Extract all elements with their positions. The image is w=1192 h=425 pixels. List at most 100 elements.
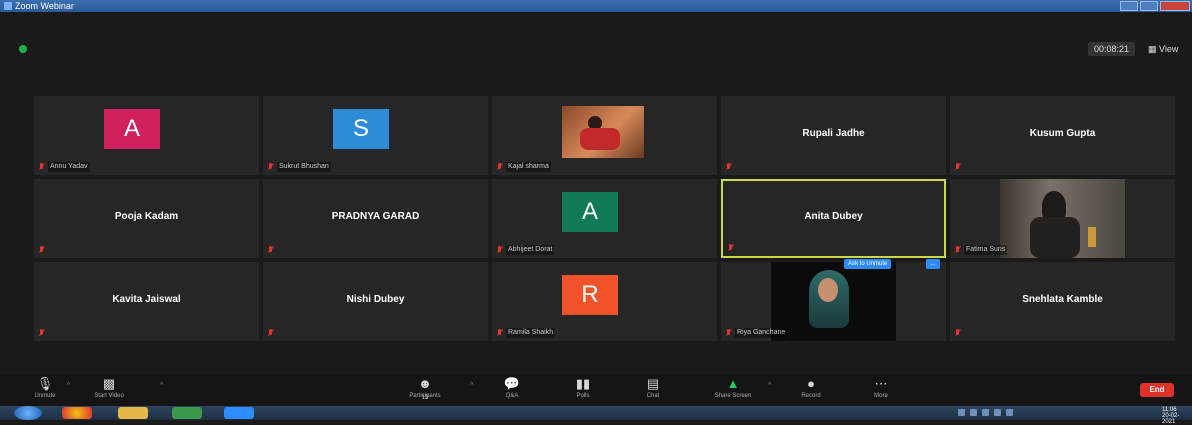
- view-label: View: [1159, 44, 1179, 54]
- participant-name: Abhijeet Dorat: [506, 244, 555, 255]
- meeting-timer: 00:08:21: [1088, 42, 1136, 56]
- taskbar-clock[interactable]: 11:06 20-02-2021: [1162, 407, 1192, 425]
- file-explorer-taskbar-icon[interactable]: [118, 407, 148, 419]
- muted-mic-icon: [496, 162, 503, 171]
- window-titlebar: Zoom Webinar: [0, 0, 1192, 12]
- video-camera-icon: ▩: [102, 376, 116, 391]
- polls-icon: ▮▮: [575, 376, 591, 391]
- windows-taskbar: 11:06 20-02-2021: [0, 406, 1192, 425]
- more-dots-icon: ⋯: [874, 376, 888, 391]
- participants-options-caret[interactable]: ^: [470, 382, 473, 389]
- muted-mic-icon: [38, 162, 45, 171]
- name-label: Abhijeet Dorat: [496, 244, 555, 255]
- start-video-button[interactable]: ▩ Start Video: [84, 376, 134, 399]
- zoom-taskbar-icon[interactable]: [224, 407, 254, 419]
- name-label: [38, 327, 45, 338]
- share-screen-button[interactable]: ▲ Share Screen: [708, 376, 758, 399]
- polls-label: Polls: [576, 393, 590, 399]
- participant-tile[interactable]: Kavita Jaiswal: [34, 262, 259, 341]
- share-options-caret[interactable]: ^: [768, 382, 771, 389]
- record-icon: ●: [807, 376, 815, 391]
- more-button[interactable]: ⋯ More: [856, 376, 906, 399]
- muted-mic-icon: [38, 328, 45, 337]
- participant-tile[interactable]: R Ramila Shaikh: [492, 262, 717, 341]
- chat-button[interactable]: ▤ Chat: [628, 376, 678, 399]
- muted-mic-icon: [725, 328, 732, 337]
- tray-icon[interactable]: [970, 409, 977, 416]
- participant-tile[interactable]: Riya Ganchane: [721, 262, 946, 341]
- participant-name: Rupali Jadhe: [802, 128, 865, 139]
- participant-tile[interactable]: Kajal sharma: [492, 96, 717, 175]
- participant-tile[interactable]: A Abhijeet Dorat: [492, 179, 717, 258]
- view-button[interactable]: ▦ View: [1148, 42, 1178, 56]
- window-title: Zoom Webinar: [15, 1, 74, 11]
- muted-mic-icon: [496, 328, 503, 337]
- participant-name: Pooja Kadam: [114, 211, 179, 222]
- clock-date: 20-02-2021: [1162, 413, 1180, 425]
- share-screen-label: Share Screen: [714, 393, 752, 399]
- participant-name: Snehlata Kamble: [1022, 294, 1103, 305]
- participant-name: Sukrut Bhushan: [277, 161, 331, 172]
- share-screen-icon: ▲: [726, 376, 740, 391]
- participant-video: [771, 262, 896, 341]
- end-button[interactable]: End: [1140, 383, 1174, 397]
- record-label: Record: [801, 393, 821, 399]
- participant-tile[interactable]: A Annu Yadav: [34, 96, 259, 175]
- participant-name: Annu Yadav: [48, 161, 90, 172]
- participant-tile[interactable]: S Sukrut Bhushan: [263, 96, 488, 175]
- name-label: Annu Yadav: [38, 161, 90, 172]
- video-options-caret[interactable]: ^: [160, 382, 163, 389]
- start-video-label: Start Video: [94, 393, 124, 399]
- microphone-icon: 🎙: [36, 376, 54, 391]
- name-label: Riya Ganchane: [725, 327, 788, 338]
- more-label: More: [874, 393, 888, 399]
- record-button[interactable]: ● Record: [786, 376, 836, 399]
- zoom-app-icon: [4, 2, 12, 10]
- participant-tile[interactable]: PRADNYA GARAD: [263, 179, 488, 258]
- avatar: R: [562, 275, 618, 315]
- ask-to-unmute-button[interactable]: Ask to Unmute: [844, 259, 892, 269]
- tray-icon[interactable]: [982, 409, 989, 416]
- participant-more-button[interactable]: ...: [926, 259, 940, 269]
- participant-tile[interactable]: Nishi Dubey: [263, 262, 488, 341]
- security-shield-icon[interactable]: [19, 45, 27, 53]
- gallery-grid: A Annu Yadav S Sukrut Bhushan Kajal shar…: [34, 96, 1180, 344]
- participant-tile[interactable]: Kusum Gupta: [950, 96, 1175, 175]
- participant-tile[interactable]: Pooja Kadam: [34, 179, 259, 258]
- qa-icon: 💬: [503, 376, 521, 391]
- tray-icon[interactable]: [958, 409, 965, 416]
- participant-name: Riya Ganchane: [735, 327, 788, 338]
- start-button[interactable]: [14, 406, 42, 420]
- network-icon[interactable]: [994, 409, 1001, 416]
- minimize-button[interactable]: [1120, 1, 1138, 11]
- name-label: [725, 161, 732, 172]
- audio-options-caret[interactable]: ^: [67, 382, 70, 389]
- participants-label: Participants: [409, 393, 441, 399]
- participant-tile[interactable]: Fatima Suns: [950, 179, 1175, 258]
- volume-icon[interactable]: [1006, 409, 1013, 416]
- participant-name: Kusum Gupta: [1029, 128, 1096, 139]
- maximize-button[interactable]: [1140, 1, 1158, 11]
- participant-video: [562, 106, 644, 158]
- muted-mic-icon: [38, 245, 45, 254]
- name-label: [38, 244, 45, 255]
- chrome-taskbar-icon[interactable]: [62, 407, 92, 419]
- participants-icon: ☻13: [418, 376, 432, 401]
- avatar: A: [562, 192, 618, 232]
- participant-name: Nishi Dubey: [346, 294, 405, 305]
- name-label: Ramila Shaikh: [496, 327, 556, 338]
- polls-button[interactable]: ▮▮ Polls: [558, 376, 608, 399]
- muted-mic-icon: [725, 162, 732, 171]
- unmute-button[interactable]: 🎙 Unmute: [20, 376, 70, 399]
- participant-tile[interactable]: Rupali Jadhe: [721, 96, 946, 175]
- avatar: A: [104, 109, 160, 149]
- participant-name: Kajal sharma: [506, 161, 551, 172]
- excel-taskbar-icon[interactable]: [172, 407, 202, 419]
- participant-tile[interactable]: Snehlata Kamble: [950, 262, 1175, 341]
- close-window-button[interactable]: [1160, 1, 1190, 11]
- participants-button[interactable]: ☻13 Participants: [400, 376, 450, 401]
- active-speaker-tile[interactable]: Anita Dubey: [721, 179, 946, 258]
- name-label: [727, 242, 734, 253]
- name-label: Sukrut Bhushan: [267, 161, 331, 172]
- qa-button[interactable]: 💬 Q&A: [487, 376, 537, 399]
